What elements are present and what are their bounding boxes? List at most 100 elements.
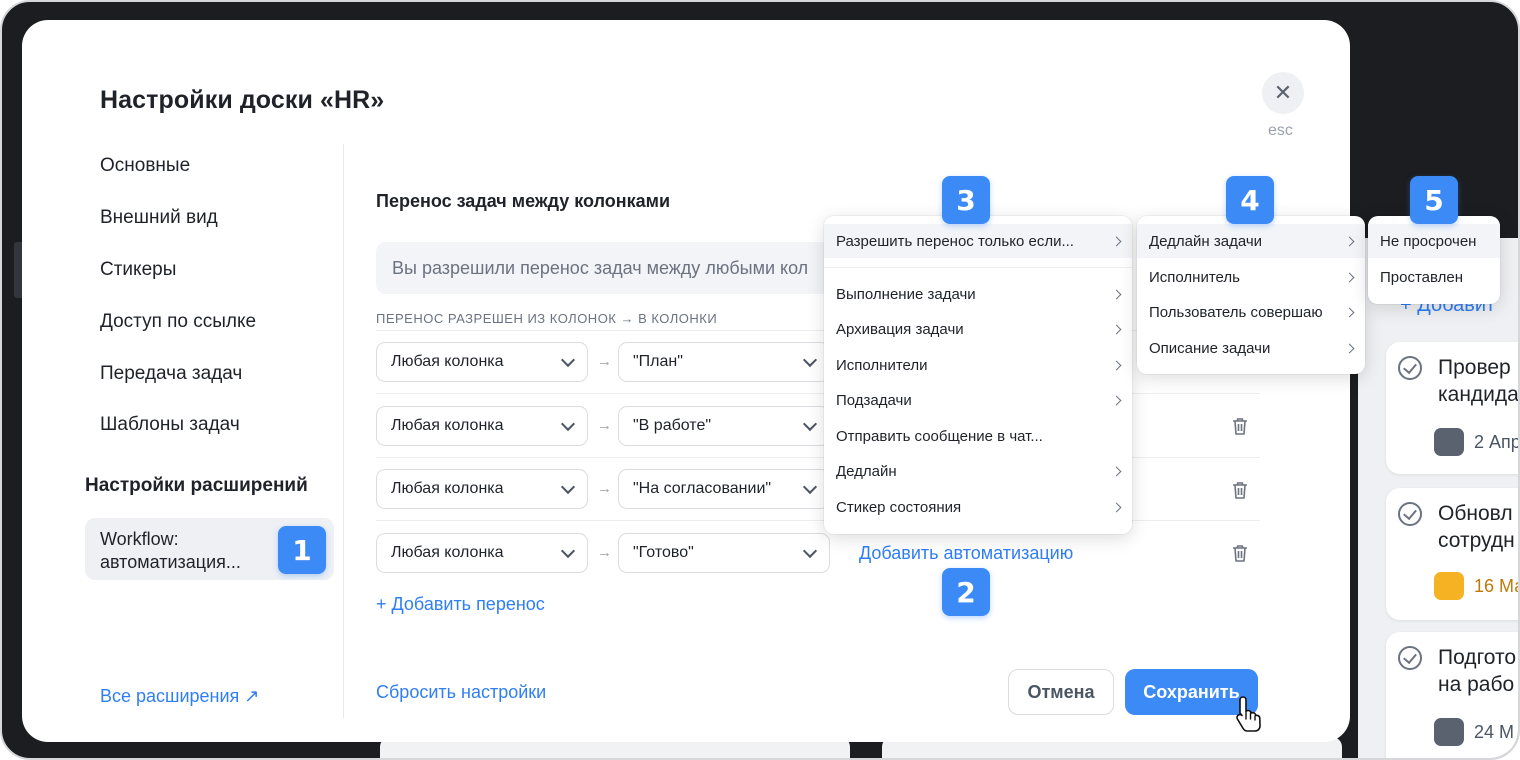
chevron-down-icon (802, 416, 818, 431)
cancel-button[interactable]: Отмена (1008, 669, 1114, 715)
menu-item-assignees[interactable]: Исполнители (824, 348, 1132, 382)
menu-item-label: Отправить сообщение в чат... (836, 427, 1043, 445)
from-column-select[interactable]: Любая колонка (376, 406, 588, 446)
menu-item-set[interactable]: Проставлен (1368, 260, 1500, 294)
card-date: 16 Ма (1474, 576, 1520, 596)
step-badge: 1 (278, 526, 326, 574)
check-circle-icon (1398, 356, 1422, 380)
background-task-card: Подгото на рабо 24 М (1386, 632, 1518, 758)
chevron-right-icon (1111, 289, 1122, 299)
chevron-right-icon (1344, 236, 1355, 246)
menu-item-send-chat-message[interactable]: Отправить сообщение в чат... (824, 419, 1132, 453)
check-circle-icon (1398, 502, 1422, 526)
menu-item-label: Подзадачи (836, 391, 912, 409)
all-extensions-link[interactable]: Все расширения ↗ (100, 686, 259, 707)
sidebar-item-appearance[interactable]: Внешний вид (100, 207, 218, 229)
to-column-select[interactable]: "На согласовании" (618, 469, 830, 509)
step-badge: 2 (942, 568, 990, 616)
reset-settings-link[interactable]: Сбросить настройки (376, 682, 546, 703)
menu-item-label: Пользователь совершаю (1149, 303, 1323, 321)
from-column-select[interactable]: Любая колонка (376, 469, 588, 509)
background-task-card: Обновл сотрудн 16 Ма (1386, 488, 1520, 620)
hand-pointer-cursor-icon (1234, 695, 1264, 738)
deadline-submenu: Не просрочен Проставлен (1368, 216, 1500, 304)
sidebar-item-task-transfer[interactable]: Передача задач (100, 363, 242, 385)
app-frame: За + Добавит Проверкандида 2 Апр Обновлс… (0, 0, 1520, 760)
card-title-line: на рабо (1438, 673, 1515, 696)
info-banner: Вы разрешили перенос задач между любыми … (376, 242, 876, 294)
chevron-down-icon (560, 543, 576, 558)
select-value: Любая колонка (391, 480, 504, 497)
to-column-select[interactable]: "План" (618, 342, 830, 382)
from-column-select[interactable]: Любая колонка (376, 342, 588, 382)
column-header: ПЕРЕНОС РАЗРЕШЕН ИЗ КОЛОНОК → В КОЛОНКИ (376, 311, 718, 326)
to-column-select[interactable]: "В работе" (618, 406, 830, 446)
menu-separator (824, 267, 1132, 268)
sidebar-item-general[interactable]: Основные (100, 155, 190, 177)
step-badge: 4 (1226, 176, 1274, 224)
menu-item-label: Дедлайн (836, 462, 897, 480)
chevron-right-icon (1111, 395, 1122, 405)
select-value: Любая колонка (391, 417, 504, 434)
menu-item-allow-only-if[interactable]: Разрешить перенос только если... (824, 224, 1132, 258)
calendar-icon (1434, 718, 1464, 746)
add-automation-link[interactable]: Добавить автоматизацию (859, 543, 1073, 564)
step-badge: 5 (1410, 176, 1458, 224)
arrow-right-icon: → (597, 544, 612, 561)
card-title-line: кандида (1438, 383, 1519, 406)
add-transfer-link[interactable]: + Добавить перенос (376, 594, 545, 615)
from-column-select[interactable]: Любая колонка (376, 533, 588, 573)
card-date: 24 М (1474, 722, 1515, 742)
menu-item-acting-user[interactable]: Пользователь совершаю (1137, 295, 1365, 329)
calendar-icon (1434, 428, 1464, 456)
chevron-down-icon (802, 543, 818, 558)
extensions-heading: Настройки расширений (85, 475, 308, 496)
chevron-right-icon (1344, 272, 1355, 282)
menu-item-task-archive[interactable]: Архивация задачи (824, 312, 1132, 346)
menu-item-status-sticker[interactable]: Стикер состояния (824, 490, 1132, 524)
chevron-down-icon (560, 416, 576, 431)
menu-item-task-description[interactable]: Описание задачи (1137, 331, 1365, 365)
trash-icon[interactable] (1232, 481, 1247, 499)
trash-icon[interactable] (1232, 417, 1247, 435)
sidebar-item-task-templates[interactable]: Шаблоны задач (100, 414, 240, 436)
menu-item-not-overdue[interactable]: Не просрочен (1368, 224, 1500, 258)
close-button[interactable]: ✕ (1262, 72, 1304, 114)
sidebar-divider (343, 144, 344, 718)
menu-item-task-completion[interactable]: Выполнение задачи (824, 277, 1132, 311)
step-badge: 3 (942, 176, 990, 224)
sidebar-item-stickers[interactable]: Стикеры (100, 259, 176, 281)
card-title-line: сотрудн (1438, 529, 1515, 552)
arrow-right-icon: → (597, 417, 612, 434)
menu-item-assignee[interactable]: Исполнитель (1137, 260, 1365, 294)
esc-hint: esc (1268, 122, 1293, 139)
menu-item-label: Не просрочен (1380, 232, 1477, 250)
menu-item-label: Дедлайн задачи (1149, 232, 1263, 250)
menu-item-subtasks[interactable]: Подзадачи (824, 383, 1132, 417)
to-column-select[interactable]: "Готово" (618, 533, 830, 573)
menu-item-task-deadline[interactable]: Дедлайн задачи (1137, 224, 1365, 258)
sidebar-item-link-access[interactable]: Доступ по ссылке (100, 311, 256, 333)
menu-item-label: Архивация задачи (836, 320, 964, 338)
chevron-right-icon (1111, 360, 1122, 370)
arrow-right-icon: → (597, 353, 612, 370)
card-date: 2 Апр (1474, 432, 1520, 452)
card-title-line: Подгото (1438, 646, 1517, 669)
chevron-right-icon (1111, 502, 1122, 512)
select-value: "На согласовании" (633, 480, 772, 497)
board-settings-modal: Настройки доски «HR» ✕ esc Основные Внеш… (22, 20, 1500, 742)
condition-submenu: Дедлайн задачи Исполнитель Пользователь … (1137, 216, 1365, 374)
menu-item-label: Исполнитель (1149, 268, 1240, 286)
trash-icon[interactable] (1232, 544, 1247, 562)
automation-menu: Разрешить перенос только если... Выполне… (824, 216, 1132, 534)
calendar-icon (1434, 572, 1464, 600)
chevron-down-icon (560, 352, 576, 367)
menu-item-label: Проставлен (1380, 268, 1464, 286)
section-title: Перенос задач между колонками (376, 191, 671, 211)
select-value: Любая колонка (391, 544, 504, 561)
menu-item-label: Описание задачи (1149, 339, 1271, 357)
menu-item-deadline[interactable]: Дедлайн (824, 454, 1132, 488)
select-value: "В работе" (633, 417, 712, 434)
arrow-right-icon: → (597, 480, 612, 497)
select-value: "План" (633, 353, 683, 370)
